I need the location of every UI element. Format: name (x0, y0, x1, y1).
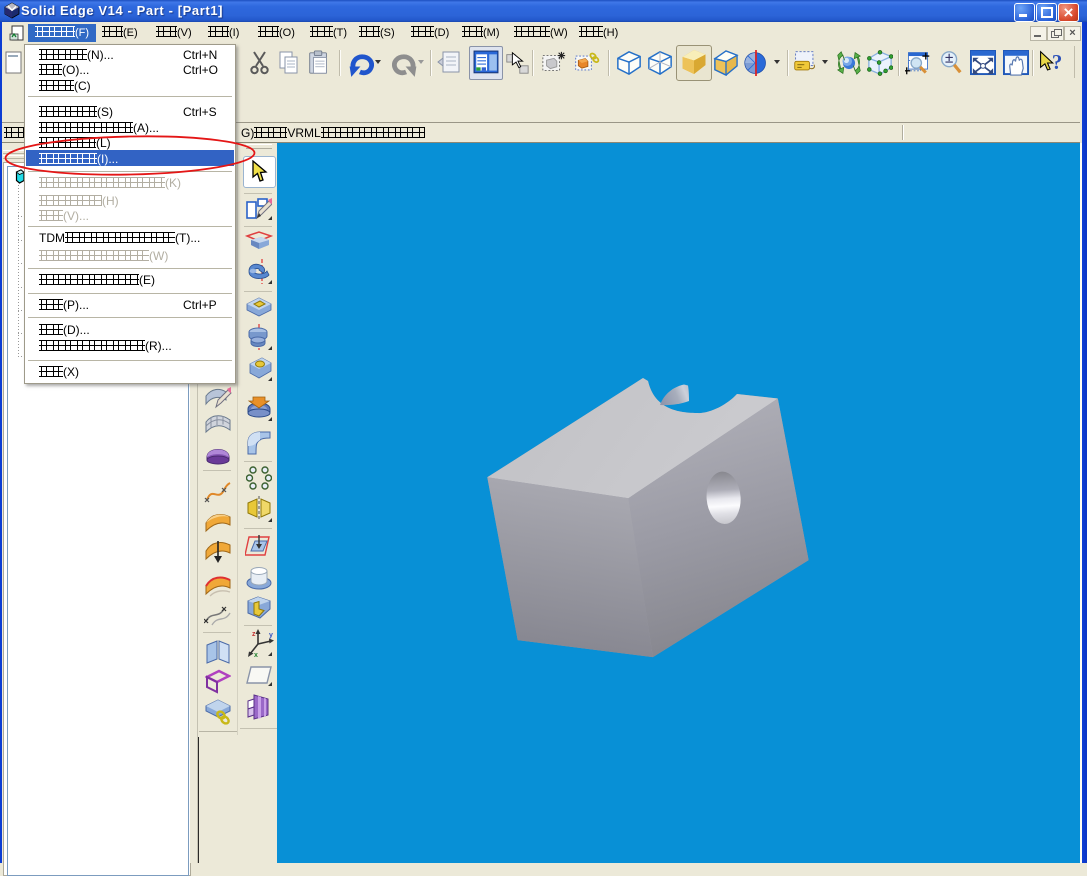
svg-text:?: ? (1052, 51, 1062, 74)
svg-text:x: x (254, 652, 258, 659)
svg-text:z: z (252, 631, 256, 638)
svg-text:y: y (269, 632, 273, 639)
